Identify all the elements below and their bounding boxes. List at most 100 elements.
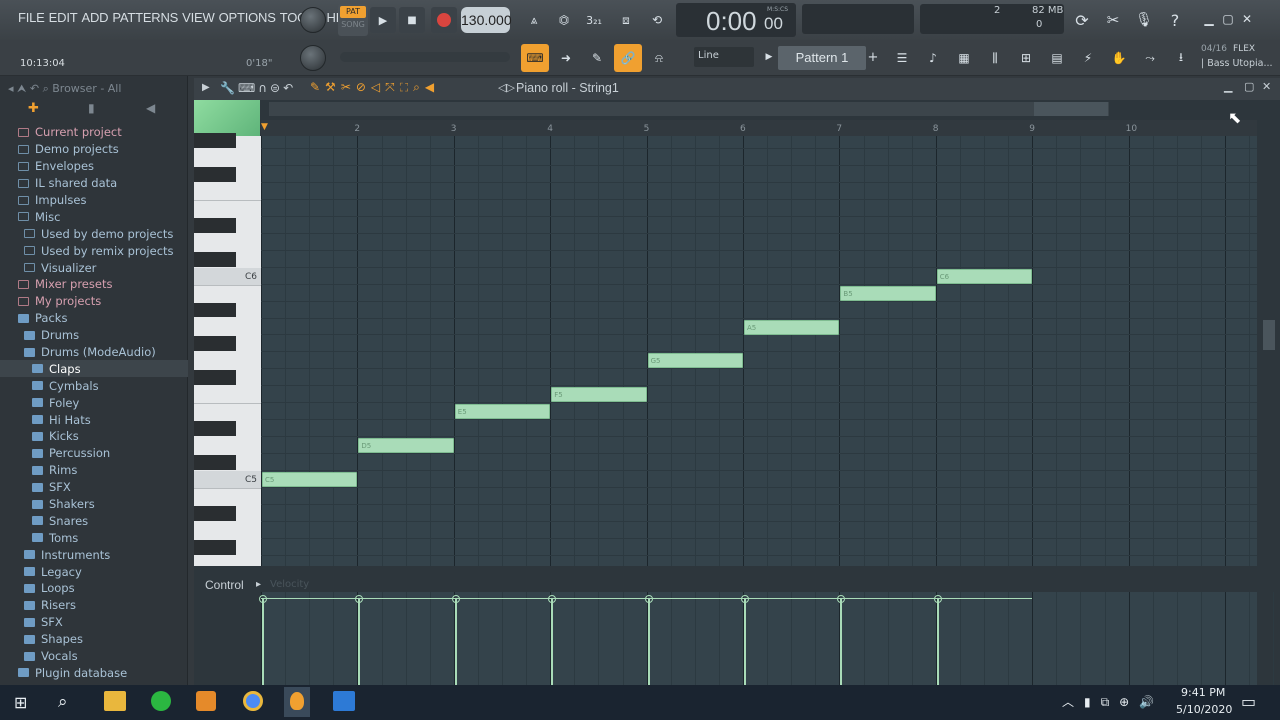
- black-key[interactable]: [194, 251, 236, 267]
- pat-song-toggle[interactable]: PAT SONG: [338, 4, 368, 36]
- draw-button[interactable]: ✎: [583, 44, 611, 72]
- fl-studio-taskbar-button[interactable]: [284, 687, 310, 717]
- typing-keyboard-button[interactable]: ⌨: [521, 44, 549, 72]
- black-key[interactable]: [194, 133, 236, 148]
- browser-item[interactable]: Loops: [0, 580, 188, 597]
- pattern-prev-button[interactable]: ▶: [763, 48, 775, 66]
- piano-roll-menu-arrow[interactable]: ▶: [202, 82, 210, 93]
- velocity-handle[interactable]: [741, 595, 749, 603]
- pr-maximize-icon[interactable]: ▢: [1244, 80, 1254, 93]
- browser-item[interactable]: Instruments: [0, 546, 188, 563]
- browser-item[interactable]: SFX: [0, 479, 188, 496]
- mixer-button[interactable]: ⫼: [981, 44, 1009, 72]
- browser-item[interactable]: Percussion: [0, 445, 188, 462]
- mic-button[interactable]: 🎙: [1131, 7, 1157, 33]
- browser-item[interactable]: Claps: [0, 360, 188, 378]
- piano-keyboard[interactable]: C6 C5: [194, 133, 261, 566]
- black-key[interactable]: [194, 302, 236, 318]
- black-key[interactable]: [194, 421, 236, 437]
- velocity-bar[interactable]: [840, 599, 843, 685]
- channel-rack-button[interactable]: ▦: [950, 44, 978, 72]
- snap-select[interactable]: Line: [694, 47, 754, 67]
- vertical-scrollbar[interactable]: [1260, 120, 1280, 566]
- pattern-selector[interactable]: Pattern 1: [778, 46, 866, 70]
- piano-roll-button[interactable]: ♪: [919, 44, 947, 72]
- velocity-bar[interactable]: [454, 599, 457, 685]
- menu-add[interactable]: ADD: [81, 10, 108, 25]
- pr-close-icon[interactable]: ✕: [1262, 80, 1271, 93]
- position-slider[interactable]: [340, 52, 510, 62]
- black-key[interactable]: [194, 455, 236, 471]
- browser-item[interactable]: Plugin database: [0, 665, 188, 682]
- menu-file[interactable]: FILE: [18, 10, 45, 25]
- time-display[interactable]: 0:00 00 M:S:CS: [676, 3, 796, 37]
- arrow-button[interactable]: ➜: [552, 44, 580, 72]
- browser-item[interactable]: Shakers: [0, 496, 188, 513]
- windows-start-icon[interactable]: ⊞: [14, 693, 27, 712]
- browser-item[interactable]: Legacy: [0, 563, 188, 580]
- black-key[interactable]: [194, 217, 236, 233]
- media-player-icon[interactable]: [196, 691, 216, 711]
- step-edit-button[interactable]: ⧈: [613, 7, 639, 33]
- black-key[interactable]: [194, 539, 236, 555]
- note[interactable]: C5: [262, 472, 358, 488]
- loop-record-button[interactable]: ⟲: [644, 7, 670, 33]
- bar-ruler[interactable]: 2 3 4 5 6 7 8 9 10 ▼: [261, 120, 1257, 136]
- browser-add-icon[interactable]: ✚: [28, 101, 39, 116]
- whatsapp-icon[interactable]: [151, 691, 171, 711]
- browser-item[interactable]: Mixer presets: [0, 276, 188, 293]
- master-pitch-knob[interactable]: [300, 45, 326, 71]
- note[interactable]: F5: [551, 387, 647, 403]
- menu-edit[interactable]: EDIT: [49, 10, 78, 25]
- browser-speaker-icon[interactable]: ◀: [146, 101, 155, 115]
- browser-item[interactable]: SFX: [0, 614, 188, 631]
- browser-item[interactable]: Foley: [0, 394, 188, 411]
- piano-roll-tools[interactable]: 🔧⌨∩⊜↶: [220, 81, 296, 95]
- photos-icon[interactable]: [333, 691, 355, 711]
- velocity-bar[interactable]: [744, 599, 746, 685]
- notifications-icon[interactable]: ▭: [1241, 692, 1256, 711]
- chrome-icon[interactable]: [243, 691, 263, 711]
- note[interactable]: B5: [840, 285, 936, 301]
- note[interactable]: G5: [647, 353, 743, 369]
- browser-item[interactable]: Snares: [0, 512, 188, 529]
- master-volume-knob[interactable]: [300, 7, 326, 33]
- browser-item[interactable]: Demo projects: [0, 141, 188, 158]
- velocity-handle[interactable]: [259, 595, 267, 603]
- note[interactable]: A5: [744, 319, 840, 335]
- browser-item[interactable]: My projects: [0, 293, 188, 310]
- browser-item[interactable]: Rims: [0, 462, 188, 479]
- browser-item[interactable]: Drums (ModeAudio): [0, 344, 188, 361]
- horizontal-scrollbar[interactable]: [269, 102, 1109, 116]
- menu-options[interactable]: OPTIONS: [219, 10, 276, 25]
- tools-button[interactable]: ✂: [1100, 7, 1126, 33]
- browser-item[interactable]: Toms: [0, 529, 188, 546]
- browser-item[interactable]: Current project: [0, 124, 188, 141]
- note[interactable]: C6: [936, 268, 1033, 284]
- file-explorer-icon[interactable]: [104, 691, 126, 711]
- tempo-display[interactable]: 130.000: [461, 7, 512, 33]
- browser-item[interactable]: Used by remix projects: [0, 242, 188, 259]
- help-button[interactable]: ?: [1162, 7, 1188, 33]
- online-button[interactable]: ⟳: [1069, 7, 1095, 33]
- browser-item[interactable]: Impulses: [0, 192, 188, 209]
- pr-minimize-icon[interactable]: ▁: [1224, 80, 1232, 93]
- black-key[interactable]: [194, 166, 236, 182]
- control-label[interactable]: Control: [205, 578, 244, 592]
- maximize-button[interactable]: ▢: [1219, 10, 1237, 28]
- browser-item[interactable]: Used by demo projects: [0, 225, 188, 242]
- velocity-bar[interactable]: [358, 599, 361, 685]
- menu-patterns[interactable]: PATTERNS: [112, 10, 178, 25]
- velocity-bar[interactable]: [647, 599, 650, 685]
- countdown-button[interactable]: 3₂₁: [581, 7, 607, 33]
- browser-item[interactable]: Envelopes: [0, 158, 188, 175]
- note-grid[interactable]: C5 D5 E5 F5 G5 A5 B5 C6: [261, 136, 1275, 566]
- playlist-button[interactable]: ☰: [888, 44, 916, 72]
- add-pattern-button[interactable]: +: [866, 48, 880, 66]
- velocity-handle[interactable]: [837, 595, 846, 603]
- link-button[interactable]: 🔗: [614, 44, 642, 72]
- velocity-bar[interactable]: [262, 599, 264, 685]
- browser-item[interactable]: Hi Hats: [0, 411, 188, 428]
- scrollbar-thumb[interactable]: [1034, 102, 1108, 116]
- velocity-handle[interactable]: [933, 595, 942, 603]
